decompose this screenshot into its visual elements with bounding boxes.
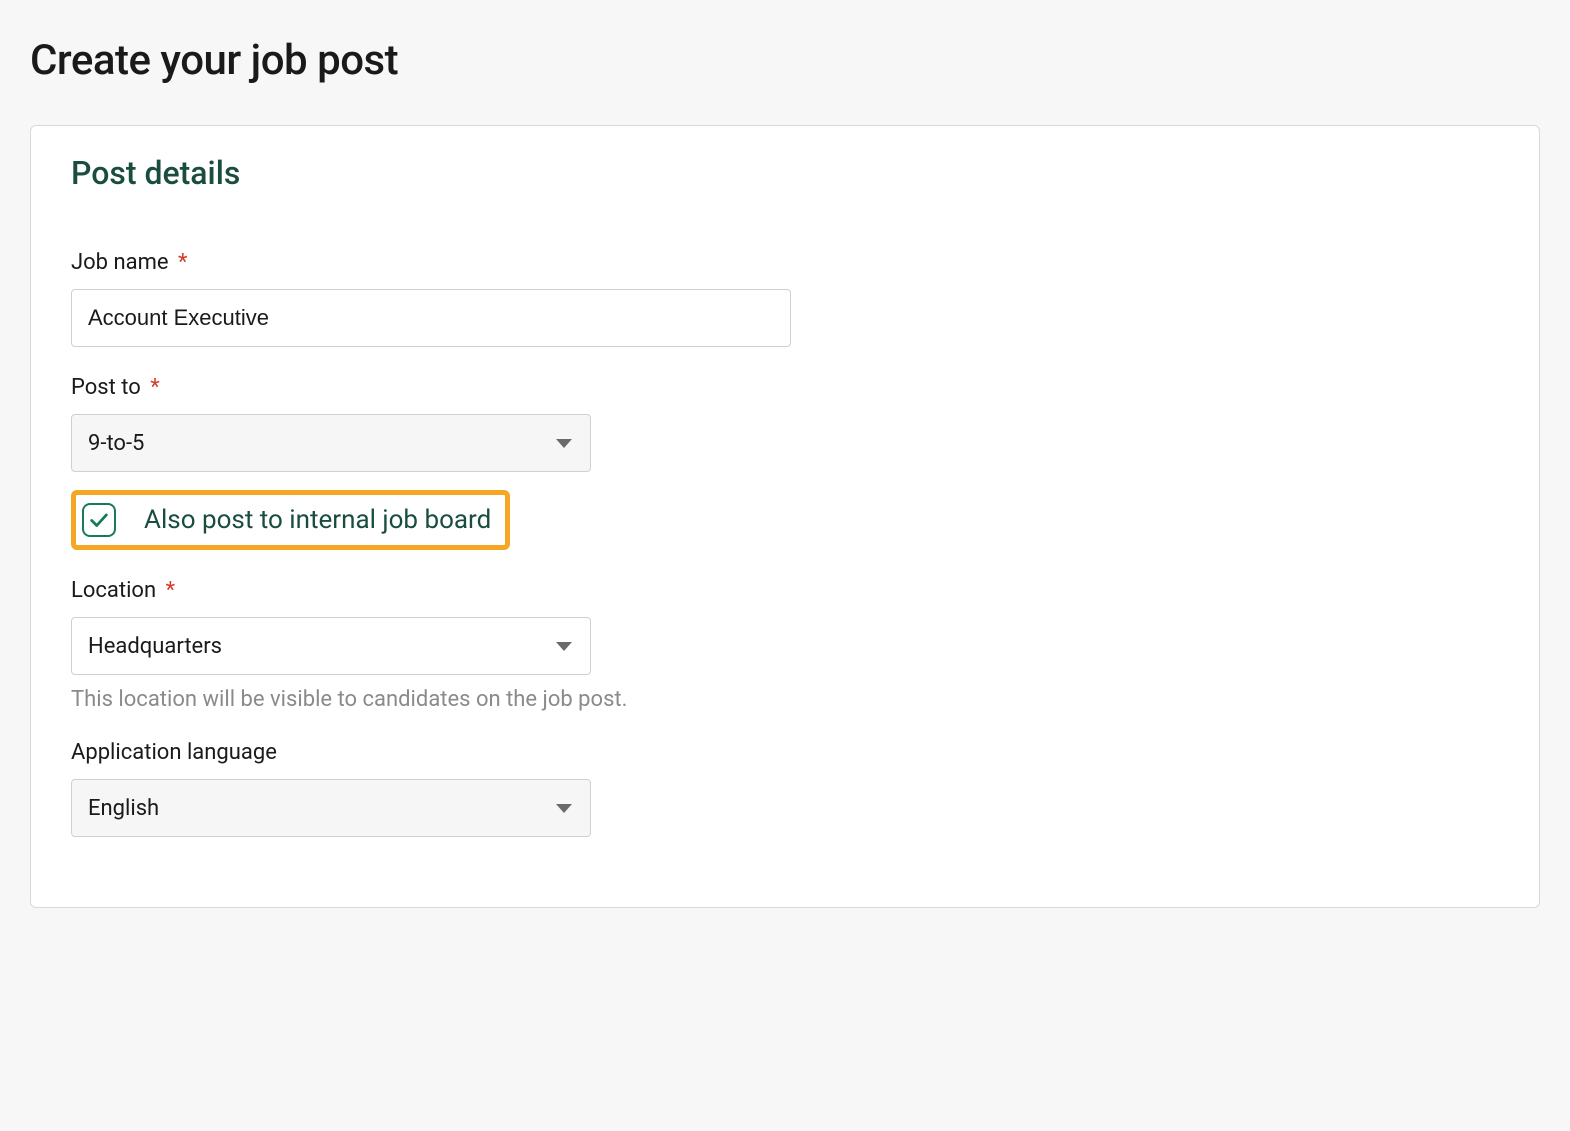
- page-title: Create your job post: [30, 36, 1540, 85]
- location-hint: This location will be visible to candida…: [71, 687, 1499, 712]
- job-name-field: Job name *: [71, 250, 1499, 347]
- check-icon: [88, 509, 110, 531]
- chevron-down-icon: [556, 804, 572, 813]
- required-indicator: *: [150, 375, 159, 400]
- required-indicator: *: [166, 578, 175, 603]
- post-to-label: Post to *: [71, 375, 1499, 400]
- card-title: Post details: [71, 154, 1499, 192]
- internal-post-checkbox[interactable]: [82, 503, 116, 537]
- language-value: English: [88, 796, 159, 821]
- location-field: Location * Headquarters This location wi…: [71, 578, 1499, 712]
- internal-post-label: Also post to internal job board: [144, 505, 491, 535]
- location-label-text: Location: [71, 578, 156, 603]
- chevron-down-icon: [556, 642, 572, 651]
- internal-post-highlight: Also post to internal job board: [71, 490, 510, 550]
- post-to-select[interactable]: 9-to-5: [71, 414, 591, 472]
- location-select[interactable]: Headquarters: [71, 617, 591, 675]
- language-select[interactable]: English: [71, 779, 591, 837]
- language-field: Application language English: [71, 740, 1499, 837]
- job-name-label: Job name *: [71, 250, 1499, 275]
- location-value: Headquarters: [88, 634, 222, 659]
- location-label: Location *: [71, 578, 1499, 603]
- required-indicator: *: [178, 250, 187, 275]
- chevron-down-icon: [556, 439, 572, 448]
- post-to-label-text: Post to: [71, 375, 141, 400]
- post-to-field: Post to * 9-to-5 Also post to internal j…: [71, 375, 1499, 550]
- job-name-label-text: Job name: [71, 250, 169, 275]
- job-name-input[interactable]: [71, 289, 791, 347]
- language-label: Application language: [71, 740, 1499, 765]
- language-label-text: Application language: [71, 740, 277, 765]
- post-details-card: Post details Job name * Post to * 9-to-5: [30, 125, 1540, 908]
- post-to-value: 9-to-5: [88, 431, 144, 456]
